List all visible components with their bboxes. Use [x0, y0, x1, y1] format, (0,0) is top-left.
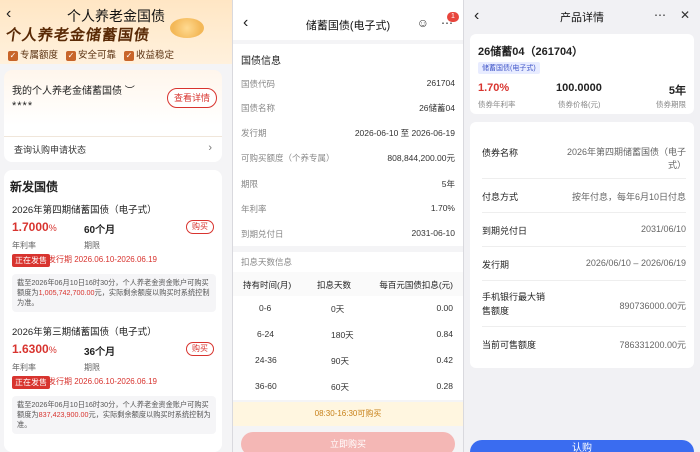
- summary-term: 5年: [668, 85, 686, 97]
- hero-tags: ✓ 专属额度 ✓ 安全可靠 ✓ 收益稳定: [8, 50, 175, 61]
- buy-now-button[interactable]: 立即购买: [241, 432, 455, 452]
- product-title: 26储蓄04（261704）: [478, 46, 584, 58]
- info-row: 可购买额度（个养专属） 808,844,200.00元: [241, 153, 455, 163]
- period-label: 期限: [84, 363, 100, 372]
- query-status-row[interactable]: 查询认购申请状态 ›: [4, 136, 222, 158]
- period-label: 期限: [84, 241, 100, 250]
- subscribe-button[interactable]: 认购: [470, 440, 694, 452]
- more-icon[interactable]: ⋯: [654, 8, 666, 22]
- bond-info-card: 国债信息 国债代码 261704 国债名称 26储蓄04 发行期 2026-06-10…: [233, 44, 463, 246]
- detail-row: 债券名称 2026年第四期储蓄国债（电子式）: [482, 147, 686, 170]
- check-icon: ✓: [8, 51, 18, 61]
- product-details-card: 债券名称 2026年第四期储蓄国债（电子式） 付息方式 按年付息，每年6月10日…: [470, 122, 694, 368]
- account-masked-value: ****: [12, 100, 34, 112]
- pension-bond-panel: 个人养老金储蓄国债 ✓ 专属额度 ✓ 安全可靠 ✓ 收益稳定 ‹ 个人养老金国债 我的…: [0, 0, 232, 452]
- page-title: 个人养老金国债: [67, 8, 165, 24]
- check-icon: ✓: [124, 51, 135, 61]
- chevron-right-icon: ›: [208, 142, 212, 154]
- eye-closed-icon[interactable]: ︶: [125, 86, 135, 97]
- section-title: 扣息天数信息: [241, 257, 293, 267]
- table-header: 持有时间(月) 扣息天数 每百元国债扣息(元): [233, 272, 463, 296]
- deduction-table: 扣息天数信息 持有时间(月) 扣息天数 每百元国债扣息(元) 0-6 0天 0.…: [233, 252, 463, 400]
- nav-bar: ‹ 储蓄国债(电子式) ☺ ⋯ 1: [233, 0, 463, 40]
- rate-label: 年利率: [12, 241, 36, 250]
- new-bonds-section: 新发国债 2026年第四期储蓄国债（电子式） 1.7000% 60个月 购买 年…: [4, 170, 222, 452]
- info-row: 国债名称 26储蓄04: [241, 103, 455, 113]
- view-details-button[interactable]: 查看详情: [167, 88, 217, 108]
- info-row: 期限 5年: [241, 179, 455, 189]
- check-icon: ✓: [66, 51, 77, 61]
- buy-button[interactable]: 购买: [186, 220, 214, 234]
- quota-note: 截至2026年06月10日16时30分，个人养老金资金账户可购买额度为837,4…: [12, 396, 216, 434]
- bond-period: 60个月: [84, 225, 116, 236]
- detail-row: 发行期 2026/06/10 – 2026/06/19: [482, 258, 686, 270]
- bond-rate: 1.6300%: [12, 342, 57, 356]
- summary-term-label: 债券期限: [656, 100, 686, 109]
- smiley-icon[interactable]: ☺: [417, 16, 429, 30]
- info-row: 国债代码 261704: [241, 78, 455, 89]
- nav-bar: ‹ 产品详情 ⋯ ✕: [464, 0, 700, 32]
- bond-info-panel: ‹ 储蓄国债(电子式) ☺ ⋯ 1 国债信息 国债代码 261704 国债名称 26…: [233, 0, 463, 452]
- section-title: 新发国债: [10, 180, 59, 194]
- issue-period: 发行期 2026.06.10-2026.06.19: [48, 377, 157, 386]
- account-title: 我的个人养老金储蓄国债 ︶: [12, 86, 135, 97]
- table-row: 24-36 90天 0.42: [255, 355, 453, 366]
- summary-price-label: 债券价格(元): [558, 100, 601, 109]
- table-row: 0-6 0天 0.00: [259, 303, 453, 314]
- purchase-hours: 08:30-16:30可购买: [233, 402, 463, 426]
- quota-note: 截至2026年06月10日16时30分，个人养老金资金账户可购买额度为1,005…: [12, 274, 216, 312]
- close-icon[interactable]: ✕: [680, 8, 690, 22]
- info-row: 到期兑付日 2031-06-10: [241, 228, 455, 239]
- bond-name: 2026年第四期储蓄国债（电子式）: [12, 205, 157, 216]
- product-summary-card: 26储蓄04（261704） 储蓄国债(电子式) 1.70% 100.0000 …: [470, 34, 694, 114]
- info-row: 发行期 2026-06-10 至 2026-06-19: [241, 128, 455, 138]
- summary-rate-label: 债券年利率: [478, 100, 516, 109]
- section-title: 国债信息: [241, 56, 281, 67]
- notification-badge: 1: [447, 12, 459, 22]
- detail-row: 付息方式 按年付息，每年6月10日付息: [482, 192, 686, 202]
- summary-price: 100.0000: [556, 82, 602, 94]
- bond-rate: 1.7000%: [12, 220, 57, 234]
- detail-row: 当前可售额度 786331200.00元: [482, 340, 686, 350]
- table-row: 36-60 60天 0.28: [255, 381, 453, 392]
- buy-button[interactable]: 购买: [186, 342, 214, 356]
- status-badge: 正在发售: [12, 376, 50, 389]
- bond-name: 2026年第三期储蓄国债（电子式）: [12, 327, 157, 338]
- nav-bar: ‹ 个人养老金国债: [0, 0, 232, 28]
- product-detail-panel: ‹ 产品详情 ⋯ ✕ 26储蓄04（261704） 储蓄国债(电子式) 1.70…: [464, 0, 700, 452]
- table-row: 6-24 180天 0.84: [257, 329, 453, 340]
- status-badge: 正在发售: [12, 254, 50, 267]
- bond-period: 36个月: [84, 347, 116, 358]
- issue-period: 发行期 2026.06.10-2026.06.19: [48, 255, 157, 264]
- detail-row: 手机银行最大销售额度 890736000.00元: [482, 292, 686, 316]
- detail-row: 到期兑付日 2031/06/10: [482, 224, 686, 236]
- rate-label: 年利率: [12, 363, 36, 372]
- info-row: 年利率 1.70%: [241, 203, 455, 214]
- summary-rate: 1.70%: [478, 82, 510, 94]
- account-card: 我的个人养老金储蓄国债 ︶ **** 查看详情 查询认购申请状态 ›: [4, 70, 222, 162]
- product-tag: 储蓄国债(电子式): [478, 62, 540, 74]
